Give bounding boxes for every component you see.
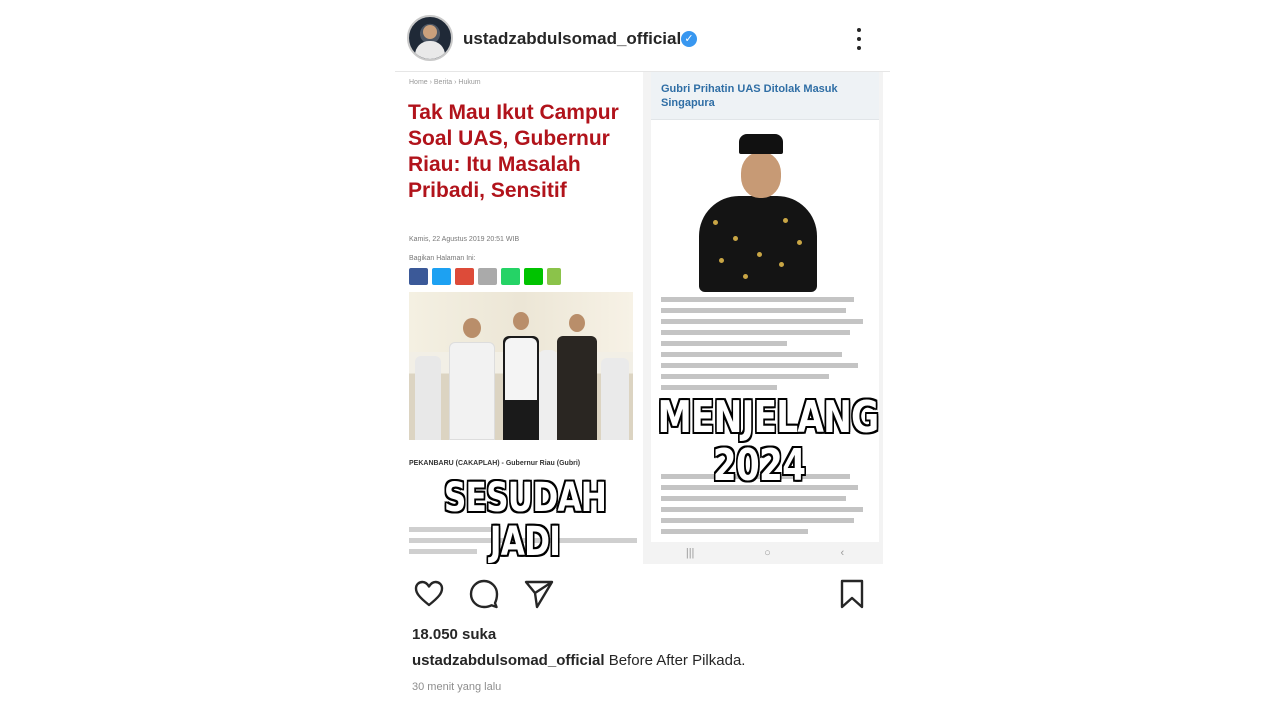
portrait-cap [739,134,783,154]
article-body-text [661,297,871,396]
person-head [463,318,481,338]
verified-badge-icon: ✓ [681,31,697,47]
article-photo [409,292,633,440]
caption-text: Before After Pilkada. [604,652,746,669]
send-icon[interactable] [523,578,555,610]
post-header: ustadzabdulsomad_official ✓ [395,0,890,72]
person-head [569,314,585,332]
back-icon: ‹ [840,547,845,559]
heart-icon[interactable] [413,578,445,610]
comment-icon[interactable] [468,578,500,610]
person-figure [539,350,557,440]
share-buttons [409,268,561,285]
avatar-body [415,41,445,59]
breadcrumb: Home › Berita › Hukum [409,79,481,86]
twitter-icon [432,268,451,285]
article-headline: Tak Mau Ikut Campur Soal UAS, Gubernur R… [408,101,619,202]
person-figure [505,338,537,400]
portrait-shirt [699,196,817,292]
post-caption: ustadzabdulsomad_official Before After P… [412,652,745,669]
governor-portrait [691,130,821,300]
home-icon: ○ [764,547,771,559]
username[interactable]: ustadzabdulsomad_official [463,29,681,49]
line-icon [524,268,543,285]
print-icon [547,268,561,285]
article-title-bar: Gubri Prihatin UAS Ditolak Masuk Singapu… [651,72,879,120]
portrait-face [741,152,781,198]
person-figure [601,358,629,440]
email-icon [478,268,497,285]
article-dateline: Kamis, 22 Agustus 2019 20:51 WIB [409,236,520,243]
meme-caption-right: MENJELANG 2024 [657,392,880,491]
post-actions [395,578,890,612]
avatar[interactable] [407,15,453,61]
avatar-face [423,25,437,39]
instagram-post: ustadzabdulsomad_official ✓ Home › Berit… [395,0,890,720]
bookmark-icon[interactable] [836,578,868,610]
google-plus-icon [455,268,474,285]
facebook-icon [409,268,428,285]
caption-username[interactable]: ustadzabdulsomad_official [412,652,605,669]
person-figure [557,336,597,440]
article-title: Gubri Prihatin UAS Ditolak Masuk Singapu… [661,83,838,109]
more-options-icon[interactable] [847,26,871,52]
article-lede: PEKANBARU (CAKAPLAH) - Gubernur Riau (Gu… [409,460,581,467]
person-figure [415,356,441,440]
post-image[interactable]: Home › Berita › Hukum Tak Mau Ikut Campu… [403,72,883,564]
android-nav-bar: ||| ○ ‹ [651,542,879,564]
recent-apps-icon: ||| [685,547,695,559]
meme-caption-left: SESUDAH JADI GUBERNUR [443,475,607,564]
person-figure [449,342,495,440]
share-label: Bagikan Halaman Ini: [409,255,476,262]
post-timestamp: 30 menit yang lalu [412,681,502,693]
like-count[interactable]: 18.050 suka [412,626,496,643]
person-head [513,312,529,330]
whatsapp-icon [501,268,520,285]
